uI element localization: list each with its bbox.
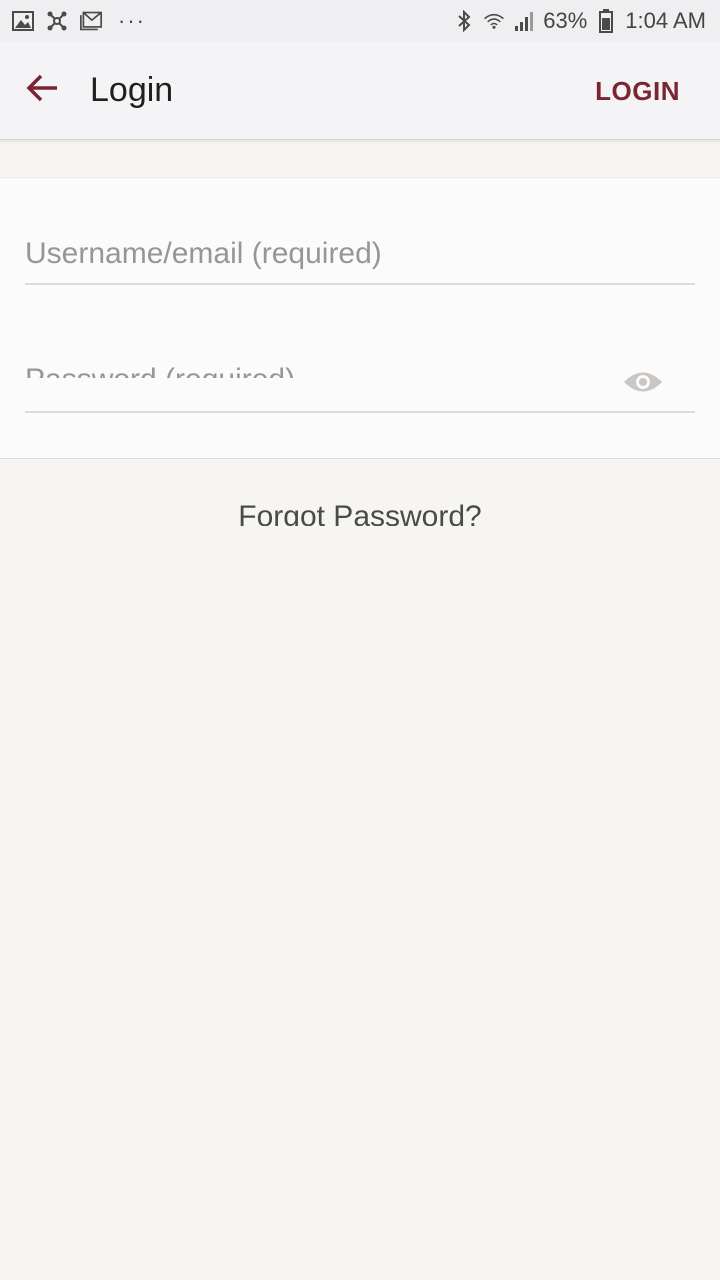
signal-icon (513, 10, 535, 32)
username-field (25, 228, 695, 285)
bluetooth-icon (453, 10, 475, 32)
hub-icon (46, 10, 68, 32)
forgot-password-link[interactable]: Forgot Password? (238, 500, 481, 526)
password-field (25, 356, 695, 413)
status-left: ··· (12, 8, 146, 34)
password-input-clip (25, 356, 605, 378)
battery-icon (595, 9, 617, 33)
login-action-button[interactable]: LOGIN (595, 76, 680, 107)
app-bar: Login LOGIN (0, 42, 720, 140)
eye-icon (623, 369, 663, 400)
more-notifications-indicator: ··· (118, 8, 146, 33)
arrow-left-icon (25, 73, 59, 108)
password-input[interactable] (25, 356, 605, 378)
username-input[interactable] (25, 228, 695, 280)
login-form (0, 177, 720, 459)
page-title: Login (90, 71, 174, 109)
status-bar: ··· 63% 1:04 AM (0, 0, 720, 42)
forgot-password-row: Forgot Password? (0, 500, 720, 526)
clock: 1:04 AM (625, 8, 706, 33)
gmail-icon (80, 10, 102, 32)
status-right: 63% 1:04 AM (453, 8, 706, 34)
gallery-icon (12, 10, 34, 32)
wifi-icon (483, 10, 505, 32)
battery-percent: 63% (543, 8, 588, 33)
show-password-toggle[interactable] (619, 360, 667, 408)
back-button[interactable] (12, 61, 72, 121)
